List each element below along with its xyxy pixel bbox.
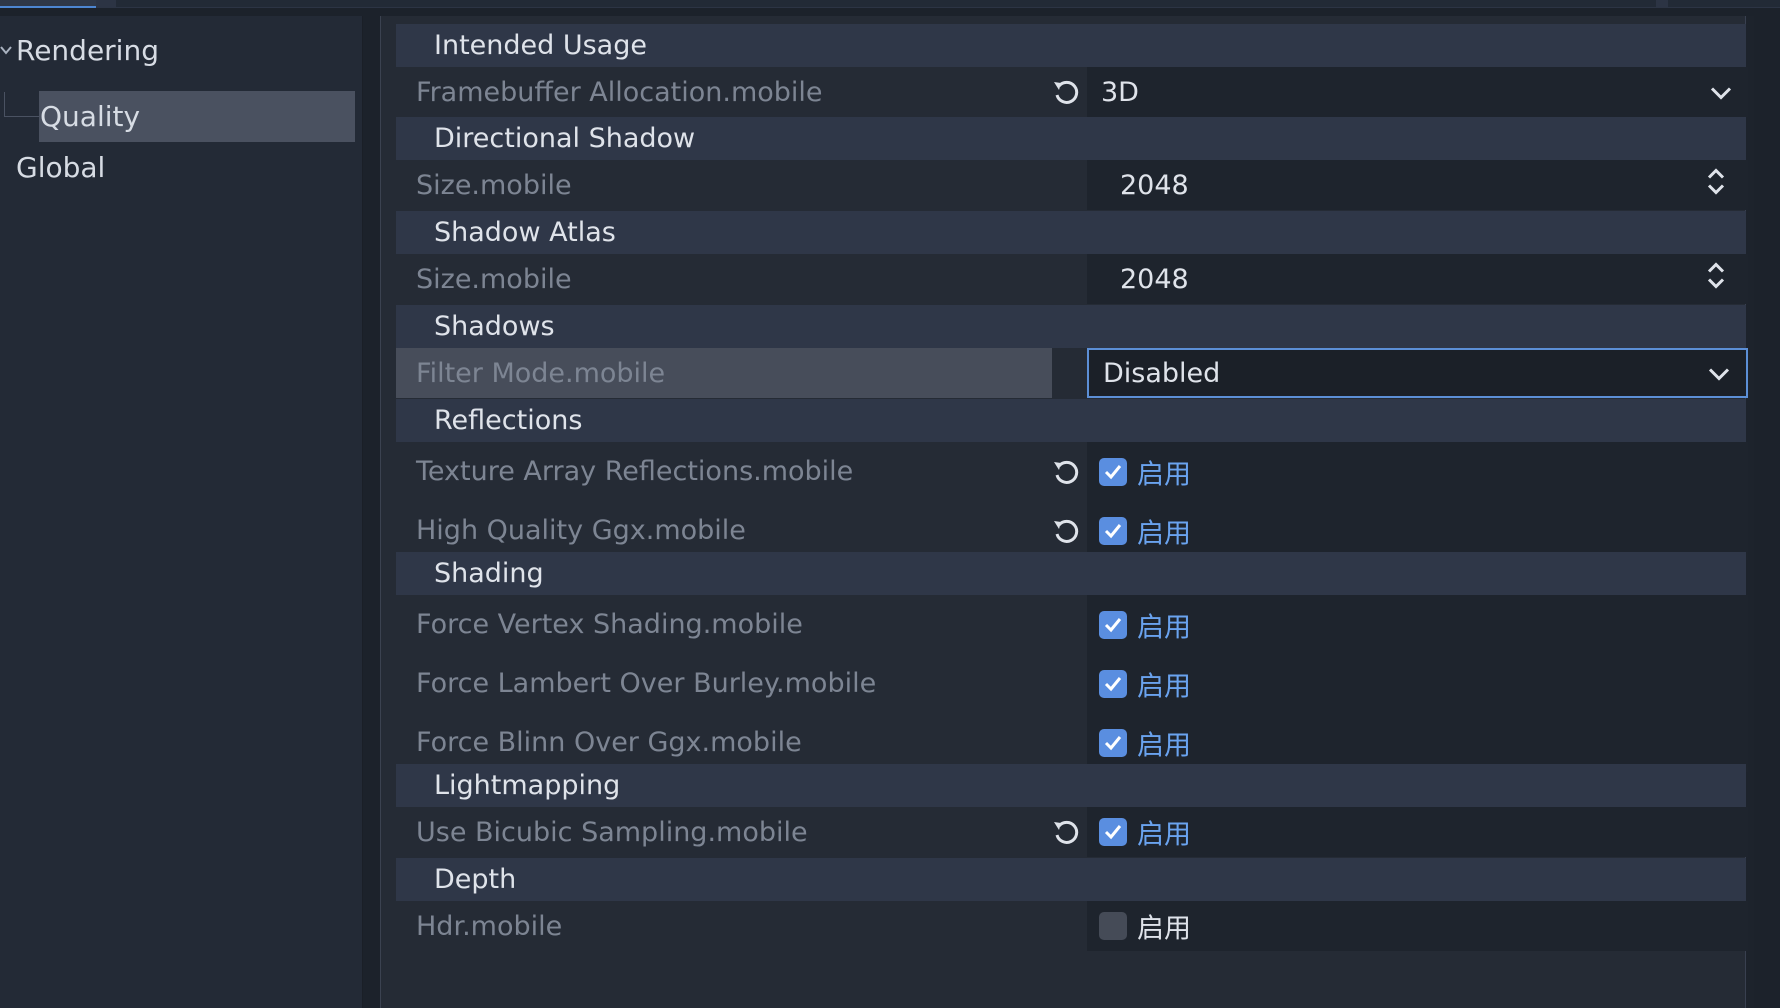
section-title: Shading <box>434 558 544 589</box>
checkbox-checked-icon[interactable] <box>1099 728 1127 757</box>
checkbox-label: 启用 <box>1137 518 1191 549</box>
updown-arrows-icon[interactable] <box>1706 261 1726 298</box>
checkbox-label: 启用 <box>1137 612 1191 643</box>
force-vertex-shading-checkbox[interactable]: 启用 <box>1087 595 1748 654</box>
section-reflections[interactable]: Reflections <box>396 399 1746 442</box>
prop-label: Size.mobile <box>396 254 1052 304</box>
section-shadow-atlas[interactable]: Shadow Atlas <box>396 211 1746 254</box>
checkbox-checked-icon[interactable] <box>1099 818 1127 846</box>
tree-item-quality[interactable]: Quality <box>39 91 355 142</box>
section-shading[interactable]: Shading <box>396 552 1746 595</box>
property-inspector: Intended Usage Framebuffer Allocation.mo… <box>380 16 1754 1008</box>
tree-item-global[interactable]: Global <box>0 142 360 193</box>
checkbox-label: 启用 <box>1137 671 1191 702</box>
checkbox-checked-icon[interactable] <box>1099 457 1127 486</box>
section-title: Depth <box>434 864 517 895</box>
checkbox-checked-icon[interactable] <box>1099 516 1127 545</box>
revert-icon[interactable] <box>1046 807 1086 857</box>
prop-force-lambert-over-burley: Force Lambert Over Burley.mobile 启用 <box>396 654 1748 713</box>
filter-mode-dropdown[interactable]: Disabled <box>1087 348 1748 398</box>
section-title: Shadows <box>434 311 555 342</box>
section-title: Directional Shadow <box>434 123 696 154</box>
prop-framebuffer-allocation: Framebuffer Allocation.mobile 3D <box>396 67 1748 117</box>
top-right-control[interactable] <box>1668 0 1780 7</box>
spinbox-value: 2048 <box>1120 169 1189 201</box>
prop-use-bicubic-sampling: Use Bicubic Sampling.mobile 启用 <box>396 807 1748 857</box>
size-spinbox[interactable]: 2048 <box>1087 160 1748 210</box>
section-shadows[interactable]: Shadows <box>396 305 1746 348</box>
checkbox-label: 启用 <box>1137 819 1191 851</box>
prop-label: Use Bicubic Sampling.mobile <box>396 807 1052 857</box>
top-tab-bar <box>0 0 1780 8</box>
hdr-checkbox[interactable]: 启用 <box>1087 901 1748 951</box>
bicubic-sampling-checkbox[interactable]: 启用 <box>1087 807 1748 857</box>
tree-item-rendering[interactable]: Rendering <box>0 25 360 76</box>
checkbox-label: 启用 <box>1137 913 1191 945</box>
section-lightmapping[interactable]: Lightmapping <box>396 764 1746 807</box>
section-title: Intended Usage <box>434 30 647 61</box>
dropdown-value: 3D <box>1101 76 1139 108</box>
size-spinbox[interactable]: 2048 <box>1087 254 1748 304</box>
checkbox-label: 启用 <box>1137 730 1191 761</box>
settings-tree-sidebar: Rendering Quality Global <box>0 16 363 1008</box>
prop-texture-array-reflections: Texture Array Reflections.mobile 启用 <box>396 442 1748 501</box>
search-bar[interactable] <box>116 0 1656 7</box>
section-title: Shadow Atlas <box>434 217 616 248</box>
section-title: Reflections <box>434 405 583 436</box>
prop-label: Force Lambert Over Burley.mobile <box>396 654 1052 713</box>
dropdown-value: Disabled <box>1103 357 1221 389</box>
revert-icon[interactable] <box>1046 442 1086 501</box>
prop-label: Texture Array Reflections.mobile <box>396 442 1052 501</box>
prop-label: Force Vertex Shading.mobile <box>396 595 1052 654</box>
chevron-down-icon <box>1708 358 1730 389</box>
prop-hdr: Hdr.mobile 启用 <box>396 901 1748 951</box>
force-lambert-checkbox[interactable]: 启用 <box>1087 654 1748 713</box>
framebuffer-allocation-dropdown[interactable]: 3D <box>1087 67 1748 117</box>
tree-item-label: Rendering <box>16 34 159 67</box>
chevron-down-icon <box>1710 77 1732 108</box>
prop-directional-shadow-size: Size.mobile 2048 <box>396 160 1748 210</box>
texture-array-reflections-checkbox[interactable]: 启用 <box>1087 442 1748 501</box>
checkbox-checked-icon[interactable] <box>1099 669 1127 698</box>
checkbox-label: 启用 <box>1137 459 1191 490</box>
revert-icon[interactable] <box>1046 67 1086 117</box>
prop-label: Framebuffer Allocation.mobile <box>396 67 1052 117</box>
prop-shadow-atlas-size: Size.mobile 2048 <box>396 254 1748 304</box>
prop-label: Hdr.mobile <box>396 901 1052 951</box>
prop-filter-mode: Filter Mode.mobile Disabled <box>396 348 1748 398</box>
section-title: Lightmapping <box>434 770 621 801</box>
section-directional-shadow[interactable]: Directional Shadow <box>396 117 1746 160</box>
spinbox-value: 2048 <box>1120 263 1189 295</box>
section-intended-usage[interactable]: Intended Usage <box>396 24 1746 67</box>
section-depth[interactable]: Depth <box>396 858 1746 901</box>
updown-arrows-icon[interactable] <box>1706 167 1726 204</box>
chevron-down-icon[interactable] <box>0 25 14 76</box>
tree-item-label: Global <box>16 151 106 184</box>
prop-label: Size.mobile <box>396 160 1052 210</box>
tree-item-label: Quality <box>40 100 141 133</box>
checkbox-checked-icon[interactable] <box>1099 610 1127 639</box>
checkbox-unchecked-icon[interactable] <box>1099 912 1127 940</box>
active-tab-indicator[interactable] <box>0 0 96 8</box>
prop-force-vertex-shading: Force Vertex Shading.mobile 启用 <box>396 595 1748 654</box>
prop-label: Filter Mode.mobile <box>396 348 1052 398</box>
tree-guide-line <box>4 92 39 117</box>
